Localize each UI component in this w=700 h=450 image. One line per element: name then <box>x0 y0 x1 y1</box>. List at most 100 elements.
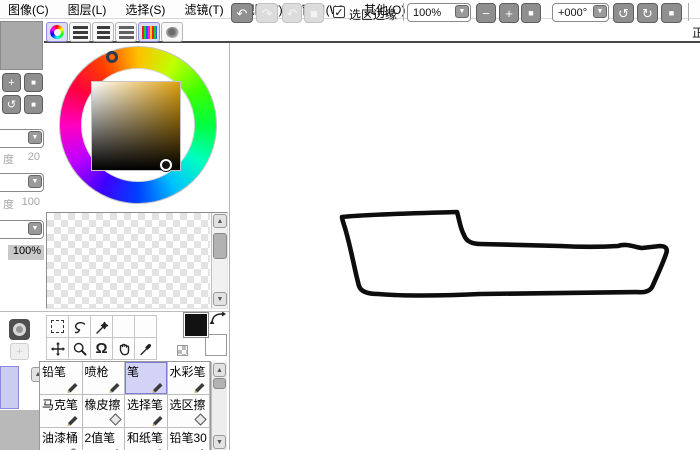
toolbar-separator <box>403 3 404 21</box>
angle-combobox[interactable]: +000° ▼ <box>552 3 609 22</box>
rotate-view-icon: Ω <box>95 341 107 356</box>
rotate-reset-button[interactable]: ■ <box>661 3 682 23</box>
crop-icon[interactable]: ■ <box>304 3 324 23</box>
menu-image[interactable]: 图像(C) <box>8 1 49 18</box>
mixer-icon <box>119 26 134 39</box>
tool-hand[interactable] <box>112 337 135 360</box>
tool-pen[interactable]: 笔 <box>125 362 168 395</box>
menu-select[interactable]: 选择(S) <box>125 1 165 18</box>
zoom-value: 100% <box>413 7 441 19</box>
tool-marquee[interactable] <box>46 315 69 338</box>
blend-mode-clipped: 正 <box>692 24 700 41</box>
scrollbar-thumb[interactable] <box>213 233 227 259</box>
hue-marker[interactable] <box>106 51 118 63</box>
nav-rotate-icon[interactable]: ↺ <box>2 95 21 114</box>
swatches-panel: ▲ ▼ <box>46 212 228 309</box>
tab-swatches[interactable] <box>138 22 160 42</box>
value-100: 100 <box>22 196 40 212</box>
swap-colors-icon[interactable] <box>209 311 227 327</box>
scroll-down-icon[interactable]: ▼ <box>213 435 226 449</box>
nav-zoom-in-icon[interactable]: + <box>2 73 21 92</box>
tool-selection-eraser[interactable]: 选区擦 <box>168 395 211 428</box>
binary-pen-icon <box>109 446 122 450</box>
tool-grid-scrollbar[interactable]: ▲ ▼ <box>211 362 227 450</box>
selection-pen-icon <box>152 413 165 426</box>
selection-edge-label: 选区边缘 <box>349 6 397 23</box>
nav-rotate-reset-icon[interactable]: ■ <box>24 95 43 114</box>
tool-label: 马克笔 <box>42 398 78 412</box>
tool-eyedropper[interactable] <box>134 337 157 360</box>
tool-eraser[interactable]: 橡皮擦 <box>83 395 126 428</box>
tool-lasso[interactable] <box>68 315 91 338</box>
brush-size-combobox[interactable]: ▼ <box>0 129 44 148</box>
move-icon <box>50 341 66 357</box>
tool-label: 和纸笔 <box>127 431 163 445</box>
chevron-down-icon[interactable]: ▼ <box>28 175 42 188</box>
eraser-icon <box>109 413 122 426</box>
menu-filter[interactable]: 滤镜(T) <box>184 1 223 18</box>
tool-move[interactable] <box>46 337 69 360</box>
tab-scratchpad[interactable] <box>161 22 183 42</box>
chevron-down-icon[interactable]: ▼ <box>28 131 42 144</box>
tool-empty-slot[interactable] <box>134 315 157 338</box>
scroll-up-icon[interactable]: ▲ <box>213 363 226 377</box>
magic-wand-icon <box>94 319 110 335</box>
tool-airbrush[interactable]: 喷枪 <box>83 362 126 395</box>
selection-edge-checkbox[interactable]: ✓ <box>333 6 345 18</box>
saturation-value-square[interactable] <box>91 81 181 171</box>
nav-zoom-reset-icon[interactable]: ■ <box>24 73 43 92</box>
selection-eraser-icon <box>194 413 207 426</box>
scroll-down-icon[interactable]: ▼ <box>213 292 227 306</box>
tool-label: 笔 <box>127 365 139 379</box>
clipped-selected-cell[interactable] <box>0 366 19 409</box>
zoom-combobox[interactable]: 100% ▼ <box>407 3 471 22</box>
tab-rgb-sliders[interactable] <box>69 22 91 42</box>
tool-marker[interactable]: 马克笔 <box>40 395 83 428</box>
tool-zoom[interactable] <box>68 337 91 360</box>
brush-shape-button[interactable] <box>9 319 30 340</box>
color-wheel-icon <box>50 25 64 39</box>
brush-density-combobox[interactable]: ▼ <box>0 173 44 192</box>
tab-color-wheel[interactable] <box>46 22 68 42</box>
zoom-out-button[interactable]: − <box>476 3 496 23</box>
tool-bucket[interactable]: 油漆桶 <box>40 428 83 450</box>
chevron-down-icon[interactable]: ▼ <box>455 5 469 18</box>
strip-zoom-combobox[interactable]: ▼ <box>0 220 44 239</box>
chevron-down-icon[interactable]: ▼ <box>28 222 42 235</box>
brush-tool-grid: 铅笔 喷枪 笔 水彩笔 马克笔 橡皮擦 选择笔 选区擦 油漆桶 2值笔 和纸笔 … <box>39 361 211 450</box>
tab-mixer[interactable] <box>115 22 137 42</box>
tool-washi-pen[interactable]: 和纸笔 <box>125 428 168 450</box>
redo-icon[interactable]: ↷ <box>256 3 278 23</box>
undo-icon[interactable]: ↶ <box>231 3 253 23</box>
new-item-ghost-icon[interactable]: + <box>10 343 29 360</box>
tool-watercolor[interactable]: 水彩笔 <box>168 362 211 395</box>
brush-size-value: 度 20 <box>0 151 43 167</box>
pencil-icon <box>67 380 80 393</box>
tool-empty-slot[interactable] <box>112 315 135 338</box>
zoom-in-button[interactable]: + <box>499 3 519 23</box>
empty-swatches-checkerboard[interactable] <box>47 213 210 308</box>
menu-layer[interactable]: 图层(L) <box>68 1 107 18</box>
tool-magic-wand[interactable] <box>90 315 113 338</box>
deselect-icon[interactable]: ↶ <box>282 3 302 23</box>
washi-pen-icon <box>152 446 165 450</box>
canvas[interactable] <box>231 43 700 450</box>
transparent-color-icon[interactable] <box>177 345 188 356</box>
tool-pencil[interactable]: 铅笔 <box>40 362 83 395</box>
tool-label: 2值笔 <box>85 431 116 445</box>
tool-pencil30[interactable]: 铅笔30 <box>168 428 211 450</box>
foreground-color-swatch[interactable] <box>183 312 209 338</box>
marquee-icon <box>51 320 64 333</box>
rotate-cw-button[interactable]: ↻ <box>637 3 658 23</box>
sv-marker[interactable] <box>160 159 172 171</box>
tool-rotate-view[interactable]: Ω <box>90 337 113 360</box>
chevron-down-icon[interactable]: ▼ <box>593 5 607 18</box>
scrollbar-thumb[interactable] <box>213 378 226 389</box>
tool-selection-pen[interactable]: 选择笔 <box>125 395 168 428</box>
swatches-scrollbar[interactable]: ▲ ▼ <box>211 213 227 308</box>
rotate-ccw-button[interactable]: ↺ <box>613 3 634 23</box>
tool-binary-pen[interactable]: 2值笔 <box>83 428 126 450</box>
zoom-reset-button[interactable]: ■ <box>521 3 541 23</box>
scroll-up-icon[interactable]: ▲ <box>213 214 227 228</box>
tab-hsv-sliders[interactable] <box>92 22 114 42</box>
